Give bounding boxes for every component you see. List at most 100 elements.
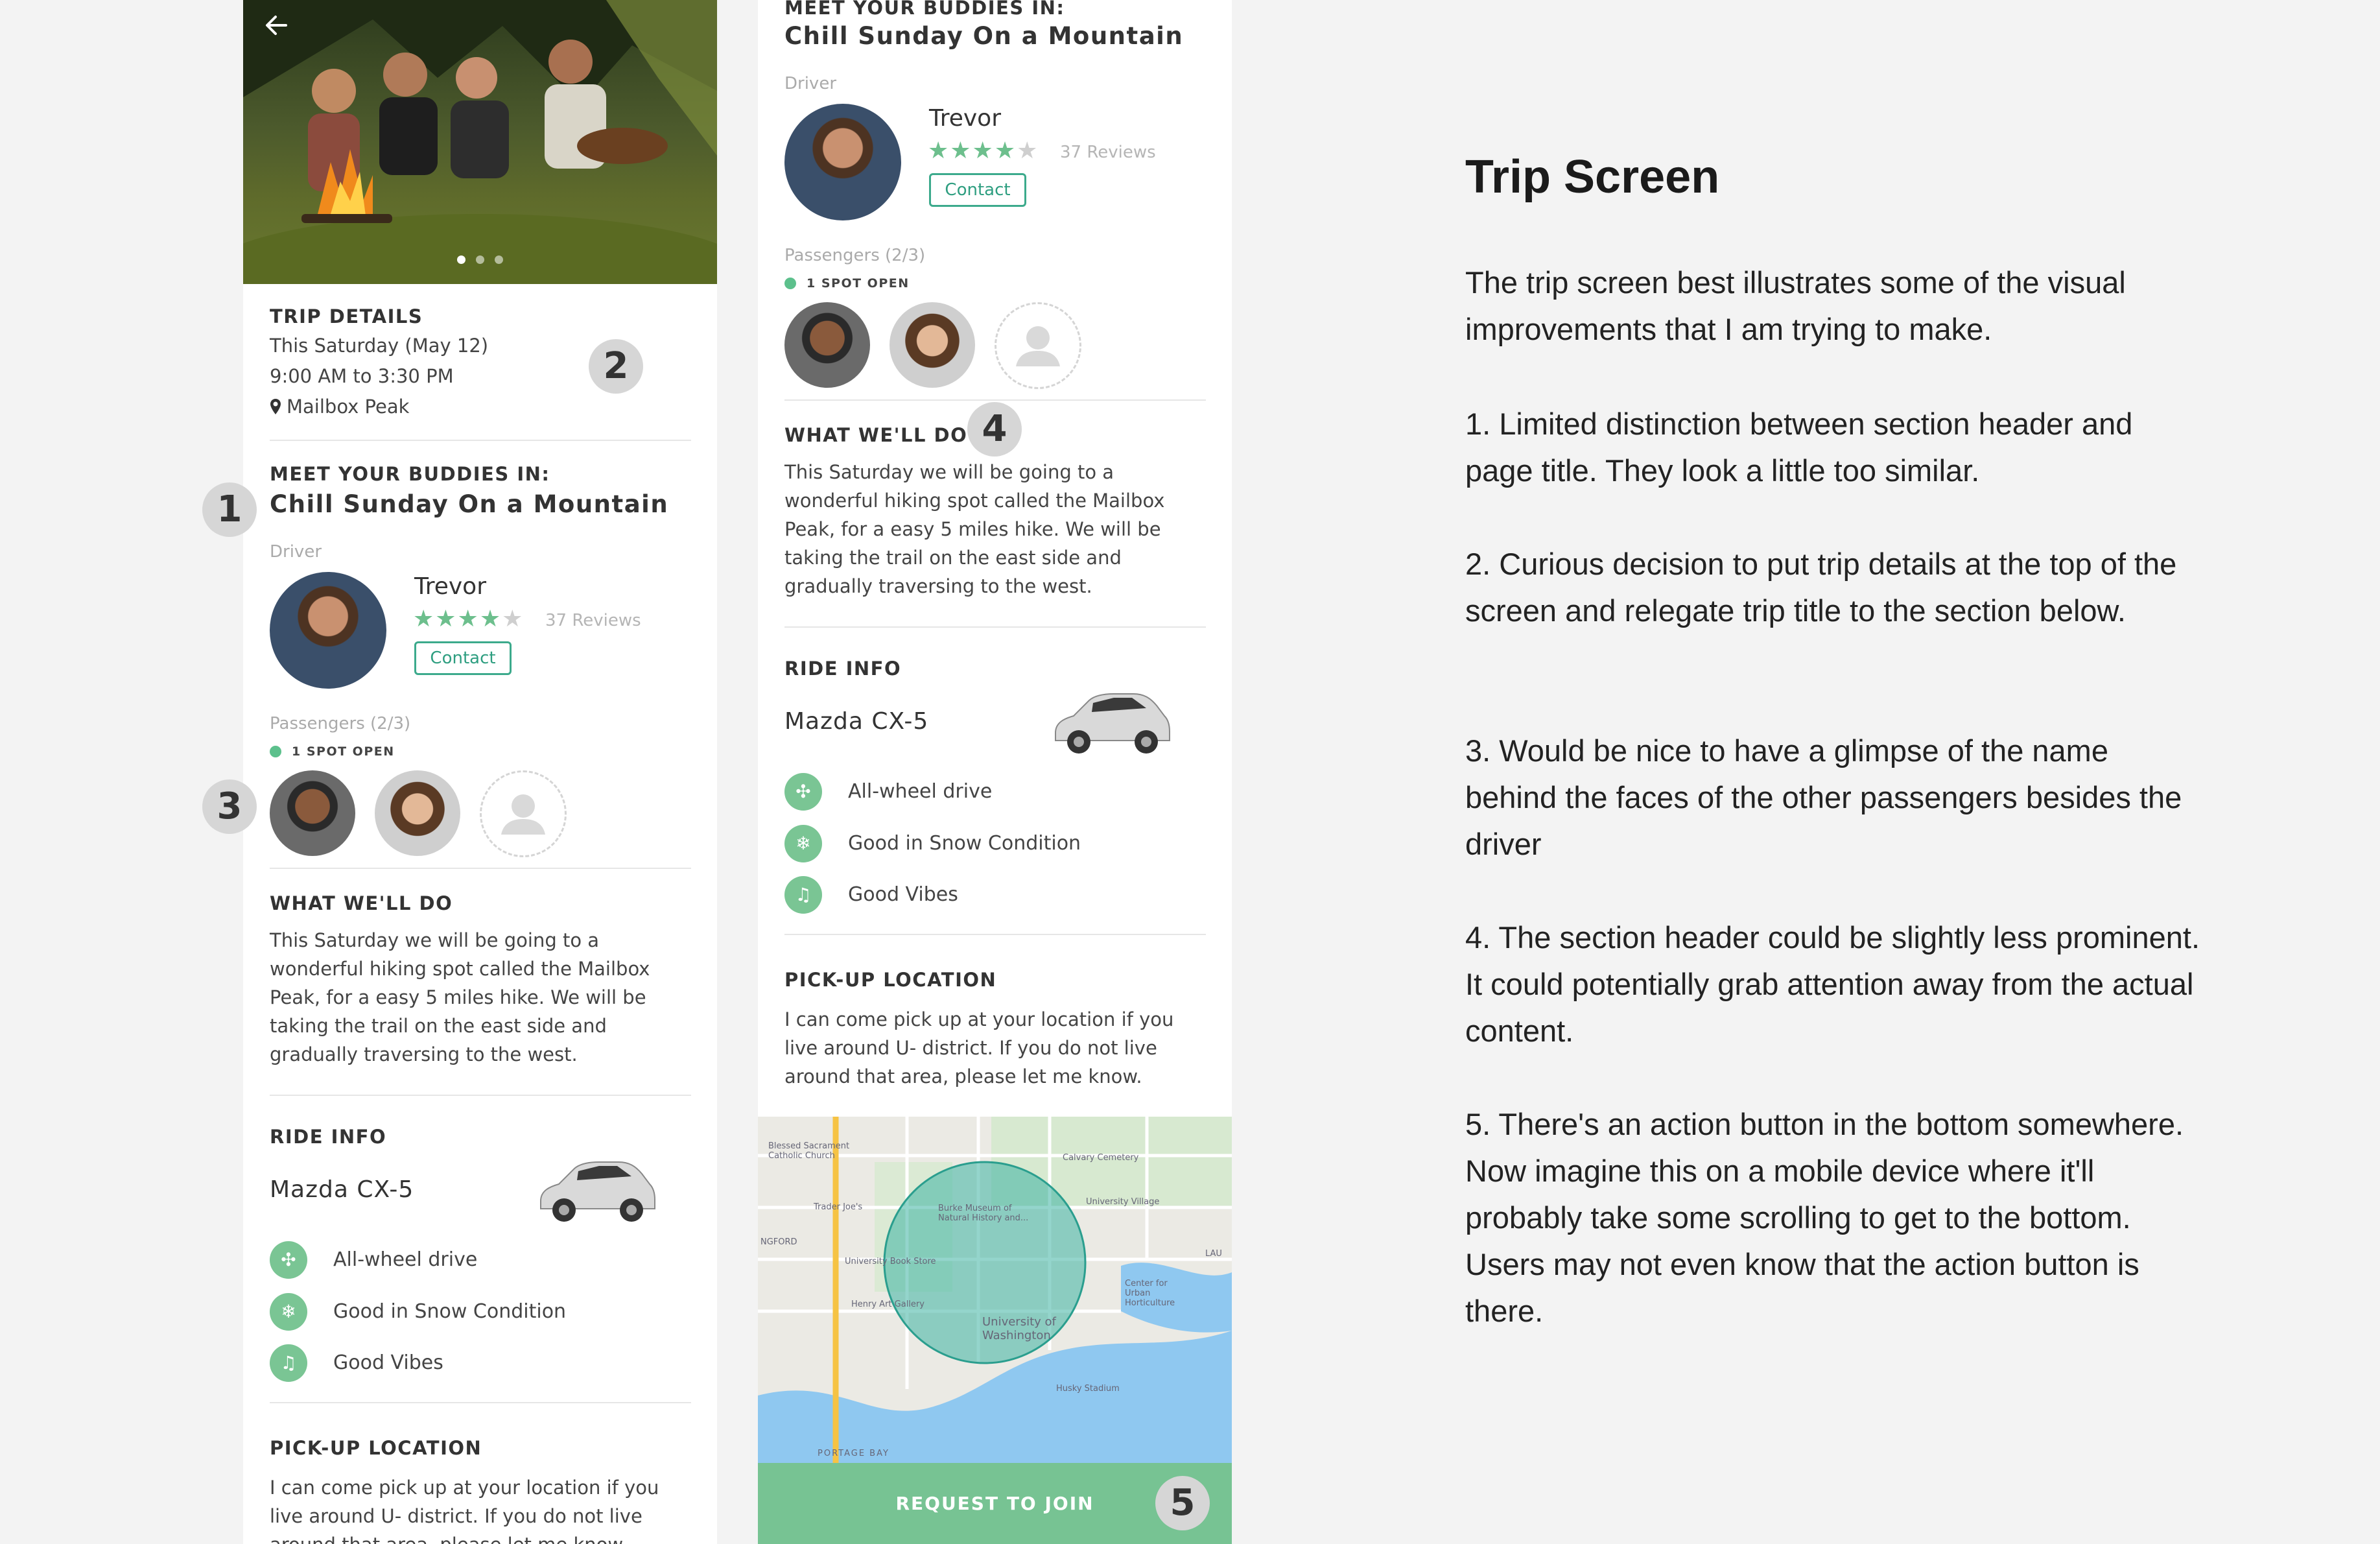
car-model: Mazda CX-5: [784, 708, 929, 735]
trip-time: 9:00 AM to 3:30 PM: [270, 365, 454, 387]
trip-title: Chill Sunday On a Mountain: [784, 22, 1184, 50]
pickup-line: live around U- district. If you do not l…: [784, 1037, 1157, 1059]
description-line: Peak, for a easy 5 miles hike. We will b…: [270, 986, 646, 1008]
pickup-header: PICK-UP LOCATION: [270, 1437, 482, 1459]
spots-open-text: 1 SPOT OPEN: [292, 744, 395, 759]
feature-text: Good in Snow Condition: [848, 832, 1081, 855]
snowflake-icon: ❄: [784, 825, 822, 862]
stars-filled: ★★★★: [928, 137, 1017, 164]
trip-screen-mockup-2: MEET YOUR BUDDIES IN: Chill Sunday On a …: [758, 0, 1232, 1544]
divider: [784, 626, 1206, 628]
empty-seat-avatar[interactable]: [480, 770, 567, 857]
map-label: Calvary Cemetery: [1063, 1153, 1139, 1163]
drive-icon: ✣: [784, 773, 822, 811]
map-label: University Village: [1086, 1197, 1160, 1207]
car-image: [540, 1161, 655, 1222]
driver-name: Trevor: [929, 105, 1001, 132]
pickup-line: around that area, please let me know.: [784, 1065, 1142, 1087]
divider: [270, 868, 691, 869]
stars-empty: ★: [502, 606, 524, 632]
passenger-avatar[interactable]: [270, 770, 355, 856]
carousel-dots[interactable]: [243, 255, 717, 264]
meet-buddies-header: MEET YOUR BUDDIES IN:: [270, 463, 550, 485]
description-line: wonderful hiking spot called the Mailbox: [270, 958, 650, 980]
description-line: taking the trail on the east side and: [784, 547, 1122, 569]
empty-seat-avatar[interactable]: [995, 302, 1081, 389]
notes-intro: The trip screen best illustrates some of…: [1465, 265, 2126, 346]
pickup-line: around that area, please let me know.: [270, 1530, 628, 1544]
divider: [784, 399, 1206, 401]
carousel-dot[interactable]: [476, 255, 484, 264]
divider: [270, 440, 691, 441]
contact-button[interactable]: Contact: [929, 173, 1026, 207]
back-arrow-icon[interactable]: [260, 9, 292, 42]
annotation-badge: 3: [202, 779, 257, 834]
map-label: University Book Store: [845, 1257, 936, 1266]
map-label: PORTAGE BAY: [818, 1449, 890, 1458]
pickup-map[interactable]: Blessed Sacrament Catholic Church Calvar…: [758, 1117, 1232, 1463]
contact-button[interactable]: Contact: [414, 641, 512, 675]
feature-text: All-wheel drive: [333, 1248, 478, 1271]
ride-info-header: RIDE INFO: [784, 658, 902, 680]
car-model: Mazda CX-5: [270, 1176, 414, 1203]
description-line: This Saturday we will be going to a: [270, 929, 600, 951]
stars-filled: ★★★★: [413, 606, 502, 632]
annotation-badge: 2: [589, 339, 643, 394]
pickup-header: PICK-UP LOCATION: [784, 969, 997, 991]
what-we-do-header: WHAT WE'LL DO: [270, 892, 453, 914]
passengers-label: Passengers (2/3): [270, 714, 411, 733]
divider: [270, 1095, 691, 1096]
description-line: gradually traversing to the west.: [784, 575, 1092, 597]
passenger-avatar[interactable]: [890, 302, 975, 388]
divider: [270, 1402, 691, 1403]
spots-open-text: 1 SPOT OPEN: [807, 276, 910, 291]
description-line: Peak, for a easy 5 miles hike. We will b…: [784, 518, 1161, 540]
passenger-avatar[interactable]: [375, 770, 460, 856]
driver-avatar[interactable]: [784, 104, 901, 220]
annotation-badge: 5: [1155, 1476, 1210, 1530]
map-label: Center for Urban Horticulture: [1125, 1279, 1175, 1308]
description-line: gradually traversing to the west.: [270, 1043, 578, 1065]
open-spot-indicator: [270, 746, 281, 757]
map-label: Husky Stadium: [1056, 1384, 1120, 1394]
feature-text: Good Vibes: [333, 1351, 443, 1374]
driver-avatar[interactable]: [270, 572, 386, 689]
user-placeholder-icon: [501, 794, 545, 835]
review-count[interactable]: 37 Reviews: [1060, 143, 1156, 162]
map-label: Trader Joe's: [814, 1202, 863, 1212]
pickup-line: live around U- district. If you do not l…: [270, 1505, 642, 1527]
user-placeholder-icon: [1016, 326, 1060, 366]
map-label: University of Washington: [982, 1315, 1056, 1342]
car-image: [1055, 693, 1170, 754]
trip-details-header: TRIP DETAILS: [270, 305, 423, 327]
map-label: Burke Museum of Natural History and...: [938, 1204, 1029, 1223]
driver-label: Driver: [784, 74, 837, 93]
stars-empty: ★: [1017, 137, 1039, 164]
review-count[interactable]: 37 Reviews: [545, 611, 641, 630]
trip-date: This Saturday (May 12): [270, 335, 489, 357]
map-label: Henry Art Gallery: [851, 1300, 925, 1309]
music-note-icon: ♫: [270, 1344, 307, 1382]
notes-item: 1. Limited distinction between section h…: [1465, 407, 2133, 488]
trip-screen-mockup-1: TRIP DETAILS This Saturday (May 12) 9:00…: [243, 0, 717, 1544]
description-line: wonderful hiking spot called the Mailbox: [784, 490, 1165, 512]
description-line: taking the trail on the east side and: [270, 1015, 607, 1037]
carousel-dot[interactable]: [457, 255, 465, 264]
divider: [784, 934, 1206, 935]
pickup-line: I can come pick up at your location if y…: [270, 1477, 659, 1499]
driver-name: Trevor: [414, 573, 486, 600]
map-label: Blessed Sacrament Catholic Church: [768, 1141, 850, 1161]
trip-title: Chill Sunday On a Mountain: [270, 490, 669, 518]
trip-location: Mailbox Peak: [287, 396, 410, 418]
ride-info-header: RIDE INFO: [270, 1126, 387, 1148]
carousel-dot[interactable]: [495, 255, 503, 264]
drive-icon: ✣: [270, 1241, 307, 1279]
notes-item: 5. There's an action button in the botto…: [1465, 1107, 2184, 1328]
annotation-badge: 4: [967, 402, 1022, 457]
hero-image-camping: [243, 0, 717, 284]
passenger-avatar[interactable]: [784, 302, 870, 388]
annotation-badge: 1: [202, 482, 257, 537]
star-rating: ★★★★★: [413, 606, 524, 632]
music-note-icon: ♫: [784, 876, 822, 914]
description-line: This Saturday we will be going to a: [784, 461, 1114, 483]
